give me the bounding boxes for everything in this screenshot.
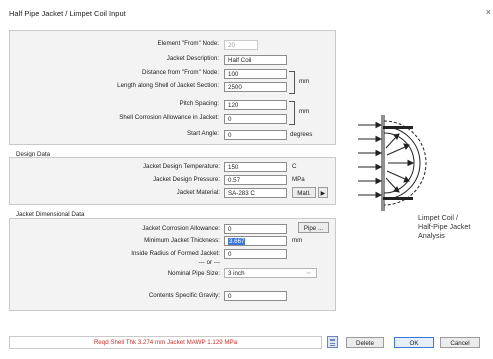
min-thickness-label: Minimum Jacket Thickness: [144, 237, 220, 244]
jacket-material-label: Jacket Material: [176, 189, 220, 196]
specific-gravity-label: Contents Specific Gravity: [148, 292, 220, 299]
diagram-caption: Limpet Coil / Half-Pipe Jacket Analysis [418, 213, 470, 240]
design-temperature-label: Jacket Design Temperature: [143, 163, 220, 170]
material-arrow-icon[interactable]: ▶ [318, 187, 328, 198]
length-label: Length along Shell of Jacket Section: [117, 82, 219, 89]
design-temperature-field[interactable]: 150 [224, 162, 287, 172]
jacket-description-field[interactable]: Half Coil [224, 55, 287, 65]
design-pressure-field[interactable]: 0.57 [224, 175, 287, 185]
length-field[interactable]: 2500 [224, 82, 287, 92]
pipe-button[interactable]: Pipe ... [298, 222, 329, 233]
start-angle-field[interactable]: 0 [224, 130, 287, 140]
from-node-label: Element "From" Node: [157, 40, 219, 47]
start-angle-unit: degrees [290, 131, 313, 138]
caption-line-2: Half-Pipe Jacket [418, 222, 471, 231]
jacket-corrosion-field[interactable]: 0 [224, 224, 287, 234]
or-separator: --- or --- [198, 259, 220, 266]
length-unit: mm [299, 78, 310, 85]
caption-line-1: Limpet Coil / [418, 213, 458, 222]
inside-radius-label: Inside Radius of Formed Jacket: [131, 250, 220, 257]
jacket-description-label: Jacket Description: [166, 55, 219, 62]
caption-line-3: Analysis [418, 231, 445, 240]
inside-radius-field[interactable]: 0 [224, 249, 287, 259]
ok-button[interactable]: OK [394, 337, 434, 348]
distance-label: Distance from "From" Node: [142, 69, 219, 76]
design-pressure-label: Jacket Design Pressure: [152, 176, 220, 183]
limpet-coil-diagram [358, 115, 427, 211]
distance-field[interactable]: 100 [224, 69, 287, 79]
min-thickness-field[interactable]: 3.667 [224, 236, 287, 246]
close-icon[interactable]: × [486, 7, 491, 17]
min-thickness-unit: mm [292, 237, 303, 244]
status-bar: Reqd Shell Thk 3.274 mm Jacket MAWP 1.12… [9, 336, 322, 349]
pipe-size-value: 3 inch [228, 270, 245, 277]
min-thickness-value: 3.667 [228, 238, 246, 245]
pipe-size-label: Nominal Pipe Size: [167, 270, 220, 277]
chevron-down-icon: ⌵ [306, 269, 311, 276]
specific-gravity-field[interactable]: 0 [224, 291, 287, 301]
jacket-material-field[interactable]: SA-283 C [224, 188, 287, 198]
material-button[interactable]: Matl. [292, 187, 316, 198]
cancel-button[interactable]: Cancel [440, 337, 480, 348]
window-title: Half Pipe Jacket / Limpet Coil Input [9, 9, 126, 18]
design-pressure-unit: MPa [292, 176, 305, 183]
shell-corrosion-label: Shell Corrosion Allowance in Jacket: [119, 114, 219, 121]
pipe-size-select[interactable]: 3 inch ⌵ [224, 268, 317, 278]
pitch-label: Pitch Spacing: [179, 100, 219, 107]
length-bracket [289, 71, 295, 94]
pitch-unit: mm [299, 108, 310, 115]
jacket-corrosion-label: Jacket Corrosion Allowance: [142, 225, 220, 232]
shell-corrosion-field[interactable]: 0 [224, 114, 287, 124]
calculator-icon[interactable] [327, 336, 338, 348]
from-node-field: 20 [224, 40, 258, 50]
delete-button[interactable]: Delete [346, 337, 384, 348]
start-angle-label: Start Angle: [187, 130, 219, 137]
pitch-bracket [289, 101, 295, 125]
dimensional-data-title: Jacket Dimensional Data [16, 211, 85, 218]
design-temperature-unit: C [292, 163, 297, 170]
pitch-field[interactable]: 120 [224, 100, 287, 110]
